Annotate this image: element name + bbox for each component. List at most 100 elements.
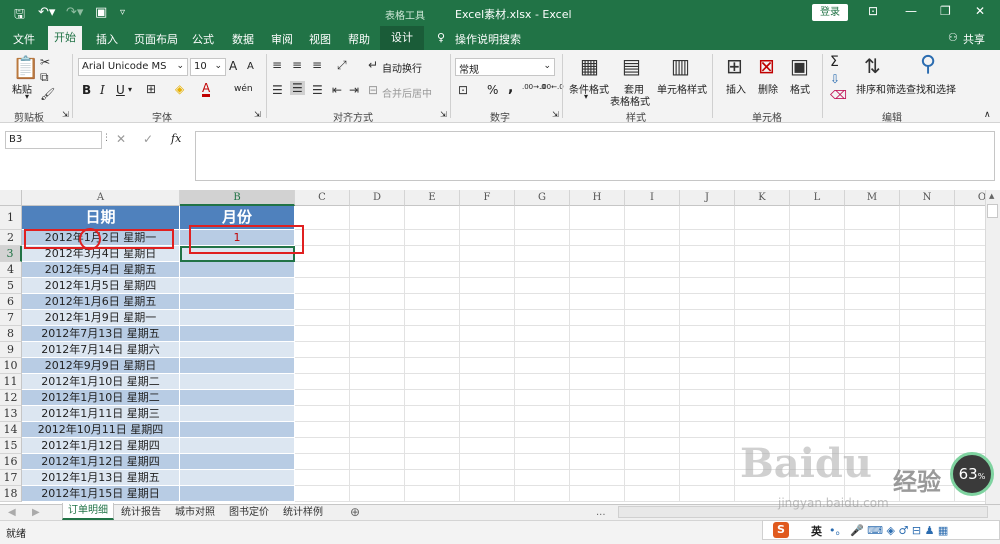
empty-cell[interactable] xyxy=(515,454,570,470)
empty-cell[interactable] xyxy=(295,454,350,470)
empty-cell[interactable] xyxy=(570,422,625,438)
insert-cells-button[interactable]: 插入 xyxy=(726,81,746,96)
date-cell[interactable]: 2012年1月12日 星期四 xyxy=(22,454,180,470)
empty-cell[interactable] xyxy=(350,342,405,358)
empty-cell[interactable] xyxy=(845,230,900,246)
ime-language[interactable]: 英 xyxy=(811,523,822,539)
restore-icon[interactable]: ❐ xyxy=(940,4,951,18)
empty-cell[interactable] xyxy=(570,246,625,262)
empty-cell[interactable] xyxy=(735,230,790,246)
sheet-tab-city-lookup[interactable]: 城市对照 xyxy=(175,505,215,521)
empty-cell[interactable] xyxy=(845,374,900,390)
empty-cell[interactable] xyxy=(295,374,350,390)
row-header[interactable]: 12 xyxy=(0,390,22,406)
empty-cell[interactable] xyxy=(735,374,790,390)
sheet-prev-icon[interactable]: ◀ xyxy=(8,505,16,521)
empty-cell[interactable] xyxy=(625,470,680,486)
empty-cell[interactable] xyxy=(735,342,790,358)
redo-icon[interactable]: ↷▾ xyxy=(66,5,83,20)
empty-cell[interactable] xyxy=(570,390,625,406)
empty-cell[interactable] xyxy=(900,262,955,278)
empty-cell[interactable] xyxy=(295,358,350,374)
empty-cell[interactable] xyxy=(625,246,680,262)
column-header[interactable]: G xyxy=(515,190,570,206)
empty-cell[interactable] xyxy=(350,310,405,326)
ribbon-display-icon[interactable]: ⊡ xyxy=(868,4,878,18)
sheet-tab-stats-sample[interactable]: 统计样例 xyxy=(283,505,323,521)
font-color-icon[interactable]: A xyxy=(202,82,211,97)
paste-icon[interactable]: 📋 xyxy=(12,56,39,81)
empty-cell[interactable] xyxy=(955,230,985,246)
empty-cell[interactable] xyxy=(790,342,845,358)
empty-cell[interactable] xyxy=(460,454,515,470)
empty-cell[interactable] xyxy=(405,342,460,358)
empty-cell[interactable] xyxy=(570,486,625,502)
number-launcher-icon[interactable]: ⇲ xyxy=(552,110,559,119)
decrease-indent-icon[interactable]: ⇤ xyxy=(332,83,342,97)
empty-cell[interactable] xyxy=(680,422,735,438)
empty-cell[interactable] xyxy=(405,358,460,374)
empty-cell[interactable] xyxy=(460,342,515,358)
empty-cell[interactable] xyxy=(460,326,515,342)
underline-button[interactable]: U xyxy=(116,83,125,97)
row-header[interactable]: 10 xyxy=(0,358,22,374)
font-size-select[interactable]: 10 ⌄ xyxy=(190,58,226,76)
borders-icon[interactable]: ⊞ xyxy=(146,82,156,96)
empty-cell[interactable] xyxy=(460,310,515,326)
empty-cell[interactable] xyxy=(900,390,955,406)
empty-cell[interactable] xyxy=(790,406,845,422)
empty-cell[interactable] xyxy=(625,422,680,438)
row-header[interactable]: 6 xyxy=(0,294,22,310)
empty-cell[interactable] xyxy=(625,278,680,294)
empty-cell[interactable] xyxy=(680,230,735,246)
empty-cell[interactable] xyxy=(515,246,570,262)
empty-cell[interactable] xyxy=(955,278,985,294)
month-cell[interactable] xyxy=(180,310,295,326)
month-cell[interactable] xyxy=(180,470,295,486)
empty-cell[interactable] xyxy=(845,246,900,262)
empty-cell[interactable] xyxy=(845,390,900,406)
empty-cell[interactable] xyxy=(790,310,845,326)
empty-cell[interactable] xyxy=(570,438,625,454)
empty-cell[interactable] xyxy=(515,310,570,326)
clear-icon[interactable]: ⌫ xyxy=(830,88,847,102)
percent-style-button[interactable]: % xyxy=(487,83,498,97)
column-header[interactable]: L xyxy=(790,190,845,206)
autosum-button[interactable]: Σ xyxy=(830,54,839,70)
column-header[interactable]: M xyxy=(845,190,900,206)
empty-cell[interactable] xyxy=(955,326,985,342)
empty-cell[interactable] xyxy=(350,406,405,422)
empty-cell[interactable] xyxy=(460,390,515,406)
date-cell[interactable]: 2012年7月13日 星期五 xyxy=(22,326,180,342)
add-sheet-button[interactable]: ⊕ xyxy=(350,505,360,521)
bold-button[interactable]: B xyxy=(82,83,91,97)
row-header[interactable]: 7 xyxy=(0,310,22,326)
row-header[interactable]: 17 xyxy=(0,470,22,486)
empty-cell[interactable] xyxy=(350,246,405,262)
empty-cell[interactable] xyxy=(955,206,985,230)
row-header[interactable]: 4 xyxy=(0,262,22,278)
empty-cell[interactable] xyxy=(295,326,350,342)
empty-cell[interactable] xyxy=(680,358,735,374)
empty-cell[interactable] xyxy=(735,262,790,278)
empty-cell[interactable] xyxy=(735,278,790,294)
empty-cell[interactable] xyxy=(515,438,570,454)
tab-view[interactable]: 视图 xyxy=(309,31,331,47)
ime-tools-icons[interactable]: •。 🎤 ⌨ ◈ ♂ ⊟ ♟ ▦ xyxy=(829,522,948,538)
empty-cell[interactable] xyxy=(570,470,625,486)
empty-cell[interactable] xyxy=(625,406,680,422)
empty-cell[interactable] xyxy=(955,342,985,358)
sheet-tab-stats-report[interactable]: 统计报告 xyxy=(121,505,161,521)
empty-cell[interactable] xyxy=(570,230,625,246)
font-launcher-icon[interactable]: ⇲ xyxy=(254,110,261,119)
empty-cell[interactable] xyxy=(460,262,515,278)
wrap-text-button[interactable]: 自动换行 xyxy=(382,60,422,75)
empty-cell[interactable] xyxy=(460,246,515,262)
empty-cell[interactable] xyxy=(460,358,515,374)
empty-cell[interactable] xyxy=(900,342,955,358)
name-box-dropdown-icon[interactable]: ⋮ xyxy=(102,133,111,143)
fill-color-icon[interactable]: ◈ xyxy=(175,82,184,96)
empty-cell[interactable] xyxy=(955,262,985,278)
empty-cell[interactable] xyxy=(295,406,350,422)
tab-file[interactable]: 文件 xyxy=(13,31,35,47)
